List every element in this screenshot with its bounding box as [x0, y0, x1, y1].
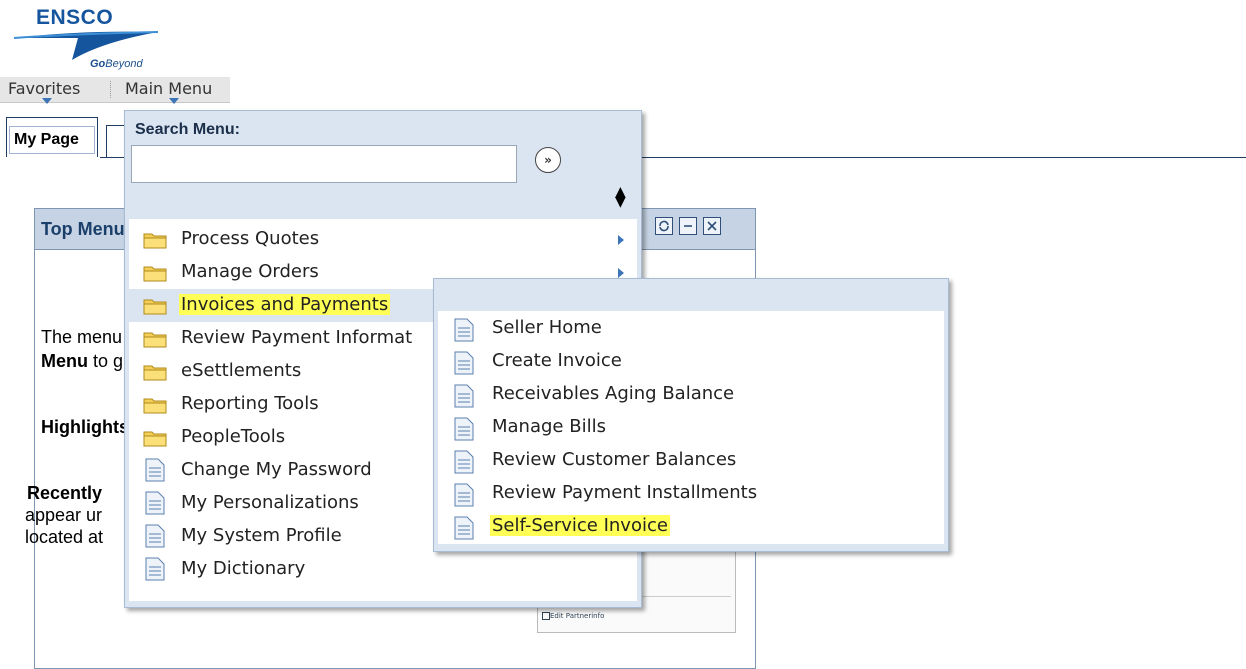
submenu-item-label: Self-Service Invoice	[490, 515, 670, 536]
menu-item-label: eSettlements	[181, 360, 302, 381]
pagelet-text: Menu to g	[41, 351, 124, 371]
submenu-item-label: Review Payment Installments	[492, 482, 758, 503]
submenu-list: Seller Home Create Invoice Receivables A…	[438, 311, 944, 544]
folder-icon	[143, 233, 167, 249]
submenu-item-review-payment-installments[interactable]: Review Payment Installments	[438, 478, 944, 511]
page-icon	[454, 450, 474, 474]
submenu-item-receivables-aging-balance[interactable]: Receivables Aging Balance	[438, 379, 944, 412]
submenu-item-manage-bills[interactable]: Manage Bills	[438, 412, 944, 445]
chevron-down-icon	[169, 98, 179, 104]
menu-item-label: Process Quotes	[181, 228, 320, 249]
menu-item-process-quotes[interactable]: Process Quotes	[129, 223, 637, 256]
folder-icon	[143, 398, 167, 414]
refresh-icon[interactable]	[655, 217, 673, 235]
submenu-item-seller-home[interactable]: Seller Home	[438, 313, 944, 346]
pagelet-text: appear ur	[25, 505, 103, 525]
menu-item-label: My Personalizations	[181, 492, 359, 513]
logo-swoosh-icon	[13, 31, 159, 60]
close-icon[interactable]	[703, 217, 721, 235]
submenu-item-create-invoice[interactable]: Create Invoice	[438, 346, 944, 379]
ensco-logo: ENSCO GoBeyond	[6, 6, 206, 74]
menu-item-label: Invoices and Payments	[179, 294, 391, 315]
tab-my-page-label: My Page	[9, 126, 95, 154]
folder-icon	[143, 266, 167, 282]
favorites-menu[interactable]: Favorites	[8, 79, 81, 104]
submenu-item-label: Review Customer Balances	[492, 449, 737, 470]
menu-item-label: Change My Password	[181, 459, 372, 480]
checkbox-icon	[542, 612, 550, 620]
page-icon	[454, 351, 474, 375]
submenu-item-self-service-invoice[interactable]: Self-Service Invoice	[438, 511, 944, 544]
submenu-item-label: Seller Home	[492, 317, 602, 338]
search-menu-label: Search Menu:	[135, 121, 240, 138]
pagelet-heading: Highlights	[41, 417, 129, 437]
page-icon	[454, 417, 474, 441]
thumbnail-text: Edit Partnerinfo	[550, 612, 605, 620]
menu-item-label: PeopleTools	[181, 426, 286, 447]
folder-icon	[143, 431, 167, 447]
logo-tagline: GoBeyond	[90, 58, 143, 70]
main-menu[interactable]: Main Menu	[125, 79, 213, 104]
menubar-divider	[110, 81, 112, 98]
favorites-label: Favorites	[8, 79, 81, 98]
folder-icon	[143, 332, 167, 348]
chevron-right-icon	[618, 235, 624, 245]
menu-item-label: My System Profile	[181, 525, 342, 546]
pagelet-heading: Recently	[27, 483, 103, 503]
minimize-icon[interactable]	[679, 217, 697, 235]
page-icon	[454, 516, 474, 540]
submenu-item-review-customer-balances[interactable]: Review Customer Balances	[438, 445, 944, 478]
folder-icon	[143, 299, 167, 315]
page-icon	[454, 483, 474, 507]
folder-icon	[143, 365, 167, 381]
search-menu-input[interactable]	[131, 145, 517, 183]
page-icon	[145, 557, 165, 581]
menu-item-label: Manage Orders	[181, 261, 319, 282]
invoices-and-payments-submenu: Seller Home Create Invoice Receivables A…	[433, 278, 949, 552]
menu-item-label: My Dictionary	[181, 558, 306, 579]
pagelet-text: located at	[25, 527, 104, 547]
main-menu-label: Main Menu	[125, 79, 213, 98]
chevron-right-icon	[618, 268, 624, 278]
submenu-item-label: Receivables Aging Balance	[492, 383, 735, 404]
menubar: Favorites Main Menu	[0, 77, 230, 104]
page-icon	[145, 491, 165, 515]
pagelet-title: Top Menu	[41, 219, 125, 239]
tab-my-page[interactable]: My Page	[6, 117, 98, 157]
search-go-button[interactable]: »	[535, 147, 561, 173]
menu-item-label: Review Payment Informat	[181, 327, 413, 348]
sort-icon[interactable]: ▲ ▼	[615, 185, 626, 209]
page-icon	[145, 524, 165, 548]
page-icon	[145, 458, 165, 482]
pagelet-text: The menu	[41, 327, 123, 347]
menu-item-my-dictionary[interactable]: My Dictionary	[129, 553, 637, 586]
submenu-item-label: Create Invoice	[492, 350, 622, 371]
menu-item-label: Reporting Tools	[181, 393, 319, 414]
chevron-down-icon	[42, 98, 52, 104]
page-icon	[454, 384, 474, 408]
page-icon	[454, 318, 474, 342]
submenu-item-label: Manage Bills	[492, 416, 606, 437]
logo-text: ENSCO	[36, 6, 114, 29]
